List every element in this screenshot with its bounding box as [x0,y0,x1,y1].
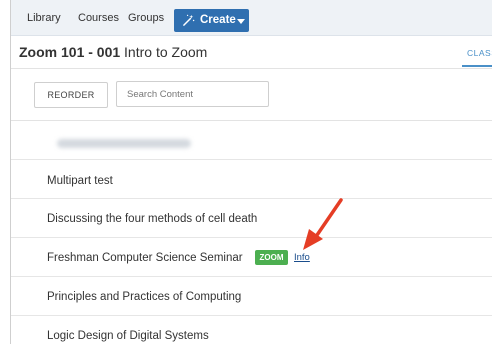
course-header: Zoom 101 - 001 Intro to Zoom CLASS [11,36,492,69]
list-item-title[interactable]: Principles and Practices of Computing [47,291,241,303]
list-item-title[interactable]: Multipart test [47,175,113,187]
content-toolbar: REORDER [11,69,492,121]
tab-class[interactable]: CLASS [467,48,492,58]
magic-wand-icon [183,14,195,26]
list-item-title[interactable]: Discussing the four methods of cell deat… [47,213,257,225]
list-item-title[interactable]: Logic Design of Digital Systems [47,330,209,342]
app-frame: Library Courses Groups Create Zoom 101 -… [10,0,492,344]
list-item[interactable]: Principles and Practices of Computing [11,277,492,316]
nav-groups-link[interactable]: Groups [128,12,164,24]
chevron-down-icon [237,19,245,24]
create-button[interactable]: Create [174,9,249,32]
list-item[interactable]: Logic Design of Digital Systems [11,316,492,344]
course-name: Intro to Zoom [120,44,208,60]
zoom-badge[interactable]: ZOOM [255,250,288,265]
list-item-blurred[interactable] [11,121,492,160]
top-navigation: Library Courses Groups Create [11,0,492,36]
reorder-button[interactable]: REORDER [34,82,108,108]
create-button-label: Create [200,14,236,26]
nav-courses-link[interactable]: Courses [78,12,119,24]
list-item[interactable]: Freshman Computer Science Seminar ZOOM I… [11,238,492,277]
tab-class-underline [462,65,492,67]
annotation-arrow-icon [303,198,343,250]
page-title: Zoom 101 - 001 Intro to Zoom [19,44,207,60]
course-code: Zoom 101 - 001 [19,44,121,60]
blurred-content-title [57,139,191,148]
list-item[interactable]: Multipart test [11,160,492,199]
nav-library-link[interactable]: Library [27,12,61,24]
list-item-title[interactable]: Freshman Computer Science Seminar [47,252,243,264]
search-content-input[interactable] [116,81,269,107]
list-item[interactable]: Discussing the four methods of cell deat… [11,199,492,238]
